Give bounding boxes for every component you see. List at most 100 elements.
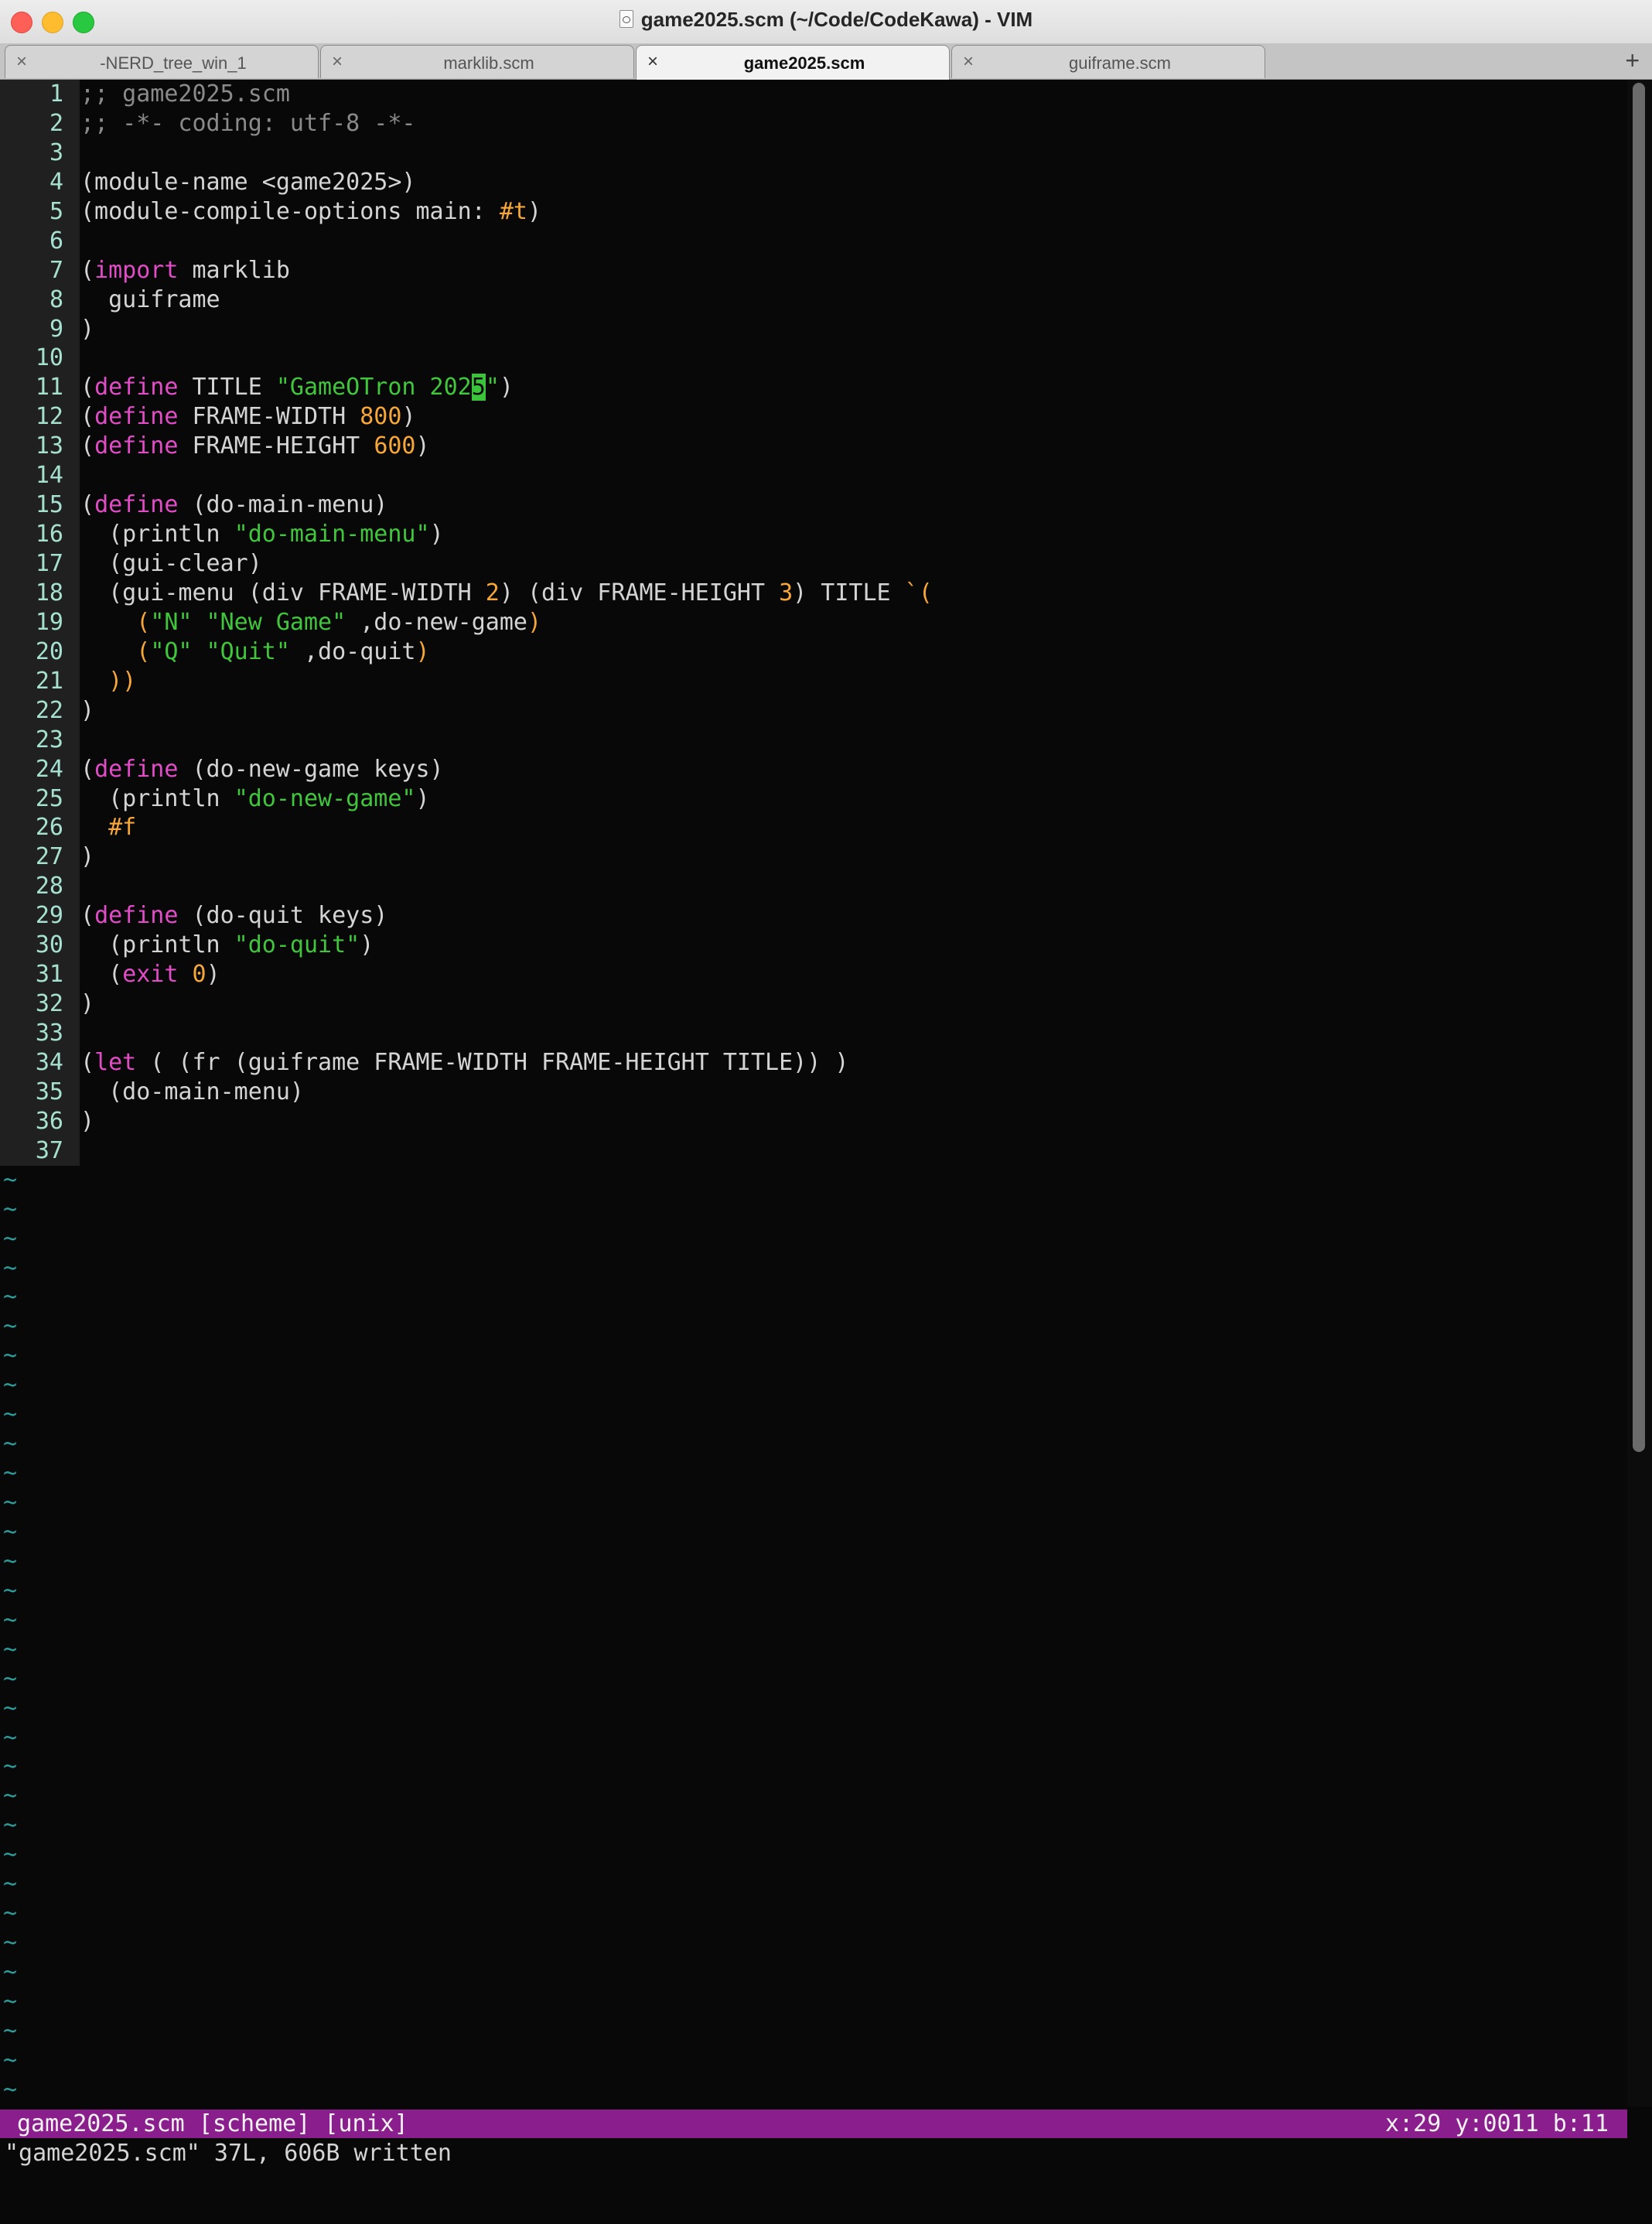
code-line[interactable]: 7 (import marklib [0,255,1627,285]
line-text[interactable] [80,1136,1627,1166]
line-text[interactable] [80,227,1627,256]
code-line[interactable]: 11 (define TITLE "GameOTron 2025") [0,373,1627,403]
code-line[interactable]: 3 [0,138,1627,168]
tab-nerd-tree[interactable]: × -NERD_tree_win_1 [5,45,319,78]
tab-guiframe[interactable]: × guiframe.scm [951,45,1265,78]
code-line[interactable]: 20 ("Q" "Quit" ,do-quit) [0,637,1627,667]
code-line[interactable]: 22) [0,695,1627,726]
code-line[interactable]: 21 )) [0,666,1627,696]
line-text[interactable]: ("Q" "Quit" ,do-quit) [80,637,1627,667]
line-text[interactable]: (module-name <game2025>) [80,168,1627,197]
line-text[interactable]: (import marklib [80,256,1627,285]
tab-close-icon[interactable]: × [16,51,27,73]
code-token: ) [80,843,95,871]
line-text[interactable] [80,461,1627,490]
line-number: 24 [0,754,80,784]
code-line[interactable]: 32) [0,989,1627,1019]
empty-line-tilde: ~ [3,1401,18,1429]
code-line[interactable]: 26 #f [0,813,1627,843]
code-line[interactable]: 25 (println "do-new-game") [0,784,1627,814]
code-token: `( [904,579,933,606]
line-text[interactable]: ;; game2025.scm [80,80,1627,109]
code-line[interactable]: 28 [0,872,1627,902]
line-text[interactable] [80,1019,1627,1048]
code-line[interactable]: 6 [0,226,1627,256]
line-text[interactable]: (define FRAME-HEIGHT 600) [80,432,1627,461]
tab-close-icon[interactable]: × [647,51,658,73]
empty-line: ~ [0,1577,1627,1606]
code-line[interactable]: 16 (println "do-main-menu") [0,520,1627,549]
command-line-message[interactable]: "game2025.scm" 37L, 606B written [5,2139,452,2168]
line-text[interactable]: (do-main-menu) [80,1078,1627,1107]
line-text[interactable]: (define TITLE "GameOTron 2025") [80,373,1627,402]
line-text[interactable]: ) [80,842,1627,872]
code-line[interactable]: 35 (do-main-menu) [0,1077,1627,1107]
line-text[interactable]: (define (do-quit keys) [80,901,1627,931]
tab-marklib[interactable]: × marklib.scm [320,45,634,78]
new-tab-plus-icon[interactable]: + [1625,46,1640,75]
code-line[interactable]: 14 [0,461,1627,491]
tab-close-icon[interactable]: × [332,51,343,73]
code-line[interactable]: 34 (let ( (fr (guiframe FRAME-WIDTH FRAME… [0,1047,1627,1078]
line-text[interactable]: ) [80,989,1627,1019]
editor-buffer[interactable]: 1;; game2025.scm 2;; -*- coding: utf-8 -*… [0,80,1627,2106]
code-line[interactable]: 5 (module-compile-options main: #t) [0,196,1627,227]
line-text[interactable]: (let ( (fr (guiframe FRAME-WIDTH FRAME-H… [80,1048,1627,1078]
code-line[interactable]: 13 (define FRAME-HEIGHT 600) [0,432,1627,462]
line-text[interactable]: )) [80,667,1627,696]
code-line[interactable]: 8 guiframe [0,285,1627,315]
code-line[interactable]: 12 (define FRAME-WIDTH 800) [0,402,1627,432]
code-line[interactable]: 23 [0,725,1627,755]
line-number: 29 [0,901,80,931]
code-line[interactable]: 37 [0,1136,1627,1166]
code-line[interactable]: 1;; game2025.scm [0,80,1627,109]
line-text[interactable]: ;; -*- coding: utf-8 -*- [80,109,1627,138]
code-line[interactable]: 15 (define (do-main-menu) [0,490,1627,521]
code-line[interactable]: 30 (println "do-quit") [0,931,1627,961]
line-number: 1 [0,80,80,109]
code-line[interactable]: 2;; -*- coding: utf-8 -*- [0,108,1627,138]
line-text[interactable]: (gui-menu (div FRAME-WIDTH 2) (div FRAME… [80,579,1627,608]
line-text[interactable]: ) [80,696,1627,726]
line-text[interactable]: (println "do-new-game") [80,784,1627,814]
code-line[interactable]: 4 (module-name <game2025>) [0,167,1627,197]
line-text[interactable]: (module-compile-options main: #t) [80,197,1627,227]
code-line[interactable]: 18 (gui-menu (div FRAME-WIDTH 2) (div FR… [0,578,1627,608]
tab-game2025[interactable]: × game2025.scm [636,45,950,80]
code-line[interactable]: 10 [0,343,1627,374]
line-text[interactable] [80,726,1627,755]
line-text[interactable]: (println "do-main-menu") [80,520,1627,549]
line-text[interactable]: (gui-clear) [80,549,1627,579]
line-text[interactable] [80,138,1627,168]
line-text[interactable]: (define (do-main-menu) [80,490,1627,520]
line-text[interactable]: guiframe [80,285,1627,315]
line-number: 13 [0,432,80,462]
code-line[interactable]: 33 [0,1019,1627,1048]
empty-line: ~ [0,1195,1627,1225]
tab-close-icon[interactable]: × [963,51,974,73]
line-text[interactable]: ("N" "New Game" ,do-new-game) [80,608,1627,637]
line-text[interactable]: (define FRAME-WIDTH 800) [80,402,1627,432]
line-text[interactable]: #f [80,813,1627,842]
code-line[interactable]: 17 (gui-clear) [0,549,1627,579]
title-bar: game2025.scm (~/Code/CodeKawa) - VIM [0,0,1652,44]
line-text[interactable] [80,343,1627,373]
code-line[interactable]: 27) [0,842,1627,873]
line-text[interactable]: (exit 0) [80,960,1627,989]
code-line[interactable]: 29 (define (do-quit keys) [0,901,1627,931]
code-line[interactable]: 31 (exit 0) [0,960,1627,990]
empty-line-tilde: ~ [3,1283,18,1311]
scrollbar-thumb[interactable] [1633,83,1645,1452]
code-token: (gui-clear) [80,550,262,577]
line-text[interactable]: (define (do-new-game keys) [80,755,1627,784]
line-text[interactable]: ) [80,1107,1627,1136]
line-text[interactable] [80,872,1627,901]
code-line[interactable]: 19 ("N" "New Game" ,do-new-game) [0,607,1627,637]
code-line[interactable]: 36) [0,1106,1627,1136]
code-line[interactable]: 9) [0,314,1627,344]
line-text[interactable]: ) [80,315,1627,344]
empty-line-tilde: ~ [3,1489,18,1516]
vertical-scrollbar[interactable] [1627,80,1652,2106]
line-text[interactable]: (println "do-quit") [80,931,1627,960]
code-line[interactable]: 24 (define (do-new-game keys) [0,754,1627,784]
